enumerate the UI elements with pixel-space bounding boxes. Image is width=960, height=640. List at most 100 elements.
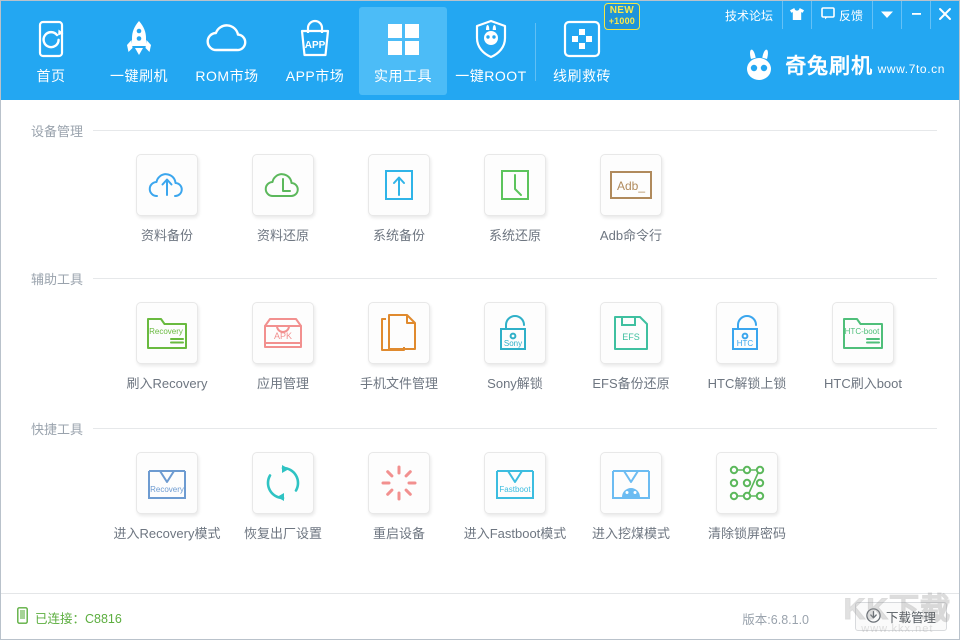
nav-item-rom-market[interactable]: ROM市场 xyxy=(183,7,271,95)
tool-tile-clear-lockscreen-password[interactable]: 清除锁屏密码 xyxy=(689,452,805,542)
new-badge-bottom: +1000 xyxy=(609,16,635,26)
android-mine-icon xyxy=(600,452,662,514)
chat-bubble-icon xyxy=(821,7,835,23)
tool-tile-enter-fastboot-mode[interactable]: Fastboot 进入Fastboot模式 xyxy=(457,452,573,542)
tool-label: 重启设备 xyxy=(373,523,425,542)
menu-button[interactable] xyxy=(872,1,901,29)
app-header: 首页 一键刷机 ROM市场 APP APP市场 xyxy=(1,1,959,100)
download-circle-icon xyxy=(866,608,881,626)
new-badge-top: NEW xyxy=(609,6,635,16)
tool-tile-efs-backup-restore[interactable]: EFS EFS备份还原 xyxy=(573,302,689,392)
grid-squares-icon xyxy=(383,17,423,61)
tool-label: 资料备份 xyxy=(141,225,193,244)
tool-tile-htc-unlock-lock[interactable]: HTC HTC解锁上锁 xyxy=(689,302,805,392)
tools-content: 设备管理 资料备份 资料还原 xyxy=(1,100,959,594)
tool-label: 手机文件管理 xyxy=(360,373,438,392)
brand-url: www.7to.cn xyxy=(878,62,945,76)
section-divider xyxy=(93,130,937,131)
window-controls: 技术论坛 反馈 xyxy=(716,1,959,29)
tshirt-button[interactable] xyxy=(782,1,811,29)
nav-label: 实用工具 xyxy=(374,66,432,86)
pattern-lock-icon xyxy=(716,452,778,514)
nav-item-home[interactable]: 首页 xyxy=(7,7,95,95)
app-bag-icon: APP xyxy=(296,17,334,61)
tool-tile-data-backup[interactable]: 资料备份 xyxy=(109,154,225,244)
tool-grid: 资料备份 资料还原 系统备份 xyxy=(1,154,959,244)
tool-label: 刷入Recovery xyxy=(127,373,208,392)
nav-label: APP市场 xyxy=(286,66,345,86)
documents-icon xyxy=(368,302,430,364)
tool-grid: Recovery 进入Recovery模式 恢复出厂设置 重启设备 xyxy=(1,452,959,542)
connection-status: 已连接：C8816 xyxy=(17,607,122,627)
phone-connected-icon xyxy=(17,607,28,627)
close-button[interactable] xyxy=(930,1,959,29)
tool-tile-app-management[interactable]: APK 应用管理 xyxy=(225,302,341,392)
section-header: 辅助工具 xyxy=(1,268,959,288)
tool-tile-data-restore[interactable]: 资料还原 xyxy=(225,154,341,244)
nav-label: ROM市场 xyxy=(195,66,258,86)
apk-box-icon: APK xyxy=(252,302,314,364)
nav-item-app-market[interactable]: APP APP市场 xyxy=(271,7,359,95)
nav-label: 首页 xyxy=(37,66,66,86)
tool-tile-flash-recovery[interactable]: Recovery 刷入Recovery xyxy=(109,302,225,392)
tool-tile-htc-flash-boot[interactable]: HTC-boot HTC刷入boot xyxy=(805,302,921,392)
tool-grid: Recovery 刷入Recovery APK 应用管理 手机文件管理 xyxy=(1,302,959,392)
phone-refresh-icon xyxy=(33,17,69,61)
svg-text:HTC: HTC xyxy=(737,339,754,348)
brand-logo: 奇兔刷机 www.7to.cn xyxy=(741,45,945,88)
forum-link[interactable]: 技术论坛 xyxy=(716,1,782,29)
download-manager-button[interactable]: 下载管理 xyxy=(855,602,947,631)
tool-label: 资料还原 xyxy=(257,225,309,244)
tool-tile-phone-file-manager[interactable]: 手机文件管理 xyxy=(341,302,457,392)
tool-label: Sony解锁 xyxy=(487,373,543,392)
new-badge: NEW +1000 xyxy=(604,3,640,30)
tool-tile-enter-mining-mode[interactable]: 进入挖煤模式 xyxy=(573,452,689,542)
nav-item-brick-rescue[interactable]: 线刷救砖 NEW +1000 xyxy=(538,7,626,95)
tool-label: 系统备份 xyxy=(373,225,425,244)
nav-item-one-key-root[interactable]: 一键ROOT xyxy=(447,7,535,95)
minimize-button[interactable] xyxy=(901,1,930,29)
lock-htc-icon: HTC xyxy=(716,302,778,364)
cloud-upload-icon xyxy=(136,154,198,216)
folder-recovery-icon: Recovery xyxy=(136,302,198,364)
cloud-clock-icon xyxy=(252,154,314,216)
tool-label: 系统还原 xyxy=(489,225,541,244)
reboot-spinner-icon xyxy=(368,452,430,514)
nav-item-tools[interactable]: 实用工具 xyxy=(359,7,447,95)
svg-text:HTC-boot: HTC-boot xyxy=(845,327,880,336)
tool-tile-adb-console[interactable]: Adb_ Adb命令行 xyxy=(573,154,689,244)
box-clock-icon xyxy=(484,154,546,216)
version-text: 版本:6.8.1.0 xyxy=(742,609,809,628)
folder-htcboot-icon: HTC-boot xyxy=(832,302,894,364)
chevron-down-icon xyxy=(880,8,894,22)
tool-tile-system-restore[interactable]: 系统还原 xyxy=(457,154,573,244)
status-bar: 已连接：C8816 版本:6.8.1.0 下载管理 xyxy=(1,593,959,639)
feedback-button[interactable]: 反馈 xyxy=(811,1,872,29)
tool-tile-reboot-device[interactable]: 重启设备 xyxy=(341,452,457,542)
nav-item-one-key-flash[interactable]: 一键刷机 xyxy=(95,7,183,95)
nav-label: 一键ROOT xyxy=(455,66,526,86)
tool-tile-factory-reset[interactable]: 恢复出厂设置 xyxy=(225,452,341,542)
download-manager-label: 下载管理 xyxy=(886,607,936,626)
section-header: 设备管理 xyxy=(1,120,959,140)
tool-label: 应用管理 xyxy=(257,373,309,392)
svg-text:Sony: Sony xyxy=(504,339,522,348)
tool-tile-sony-unlock[interactable]: Sony Sony解锁 xyxy=(457,302,573,392)
adb-console-icon: Adb_ xyxy=(600,154,662,216)
section-header: 快捷工具 xyxy=(1,418,959,438)
fastboot-mode-icon: Fastboot xyxy=(484,452,546,514)
shield-rabbit-icon xyxy=(472,17,510,61)
brand-text: 奇兔刷机 www.7to.cn xyxy=(785,56,945,77)
svg-text:Recovery: Recovery xyxy=(150,485,184,494)
svg-text:Recovery: Recovery xyxy=(149,327,183,336)
tool-label: EFS备份还原 xyxy=(592,373,669,392)
svg-text:Fastboot: Fastboot xyxy=(499,485,531,494)
section-divider xyxy=(93,278,937,279)
tool-label: 恢复出厂设置 xyxy=(244,523,322,542)
tool-tile-enter-recovery-mode[interactable]: Recovery 进入Recovery模式 xyxy=(109,452,225,542)
brick-dots-icon xyxy=(561,17,603,61)
section-title: 快捷工具 xyxy=(31,419,83,438)
cloud-icon xyxy=(204,17,250,61)
tool-tile-system-backup[interactable]: 系统备份 xyxy=(341,154,457,244)
box-arrow-up-icon xyxy=(368,154,430,216)
